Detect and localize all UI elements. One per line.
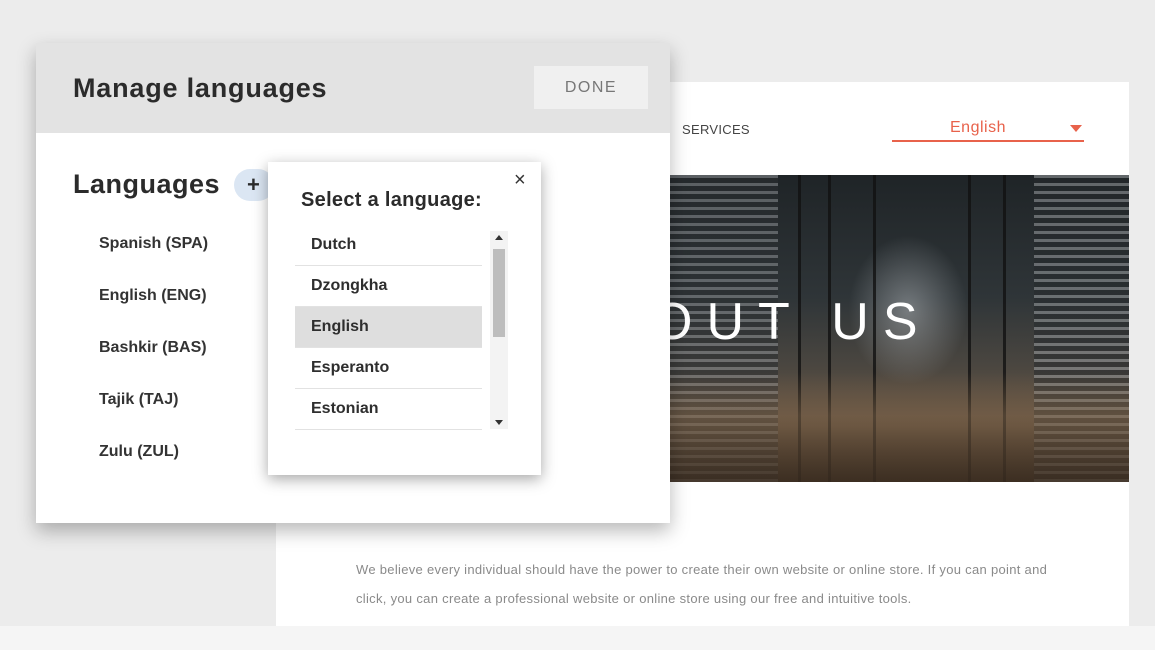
language-option[interactable]: Esperanto <box>295 348 482 389</box>
languages-heading: Languages <box>73 169 221 199</box>
about-paragraph: We believe every individual should have … <box>356 562 1048 606</box>
caret-down-icon <box>1070 125 1082 132</box>
close-icon[interactable]: × <box>514 170 526 190</box>
dialog-title: Manage languages <box>73 73 328 103</box>
page-bottom-strip <box>0 626 1155 650</box>
language-option[interactable]: Dzongkha <box>295 266 482 307</box>
language-item[interactable]: English (ENG) <box>99 287 208 339</box>
language-option-selected[interactable]: English <box>295 307 482 348</box>
dialog-header: Manage languages DONE <box>36 43 670 133</box>
language-item[interactable]: Tajik (TAJ) <box>99 391 208 443</box>
done-button[interactable]: DONE <box>534 66 648 109</box>
language-item[interactable]: Zulu (ZUL) <box>99 443 208 495</box>
language-dropdown-value: English <box>950 119 1006 136</box>
nav-link-services[interactable]: SERVICES <box>682 122 750 137</box>
scroll-down-arrow-icon[interactable] <box>495 420 503 425</box>
language-list: Spanish (SPA) English (ENG) Bashkir (BAS… <box>99 235 208 495</box>
language-options-list: Dutch Dzongkha English Esperanto Estonia… <box>295 225 482 430</box>
language-option[interactable]: Estonian <box>295 389 482 430</box>
language-dropdown[interactable]: English <box>892 116 1084 142</box>
options-scrollbar[interactable] <box>490 231 508 429</box>
select-language-popup: × Select a language: Dutch Dzongkha Engl… <box>268 162 541 475</box>
hero-image: OUT US <box>668 175 1129 482</box>
hero-title: OUT US <box>668 293 932 351</box>
scroll-up-arrow-icon[interactable] <box>495 235 503 240</box>
popup-title: Select a language: <box>301 189 483 211</box>
language-item[interactable]: Bashkir (BAS) <box>99 339 208 391</box>
scrollbar-thumb[interactable] <box>493 249 505 337</box>
language-item[interactable]: Spanish (SPA) <box>99 235 208 287</box>
language-option[interactable]: Dutch <box>295 225 482 266</box>
